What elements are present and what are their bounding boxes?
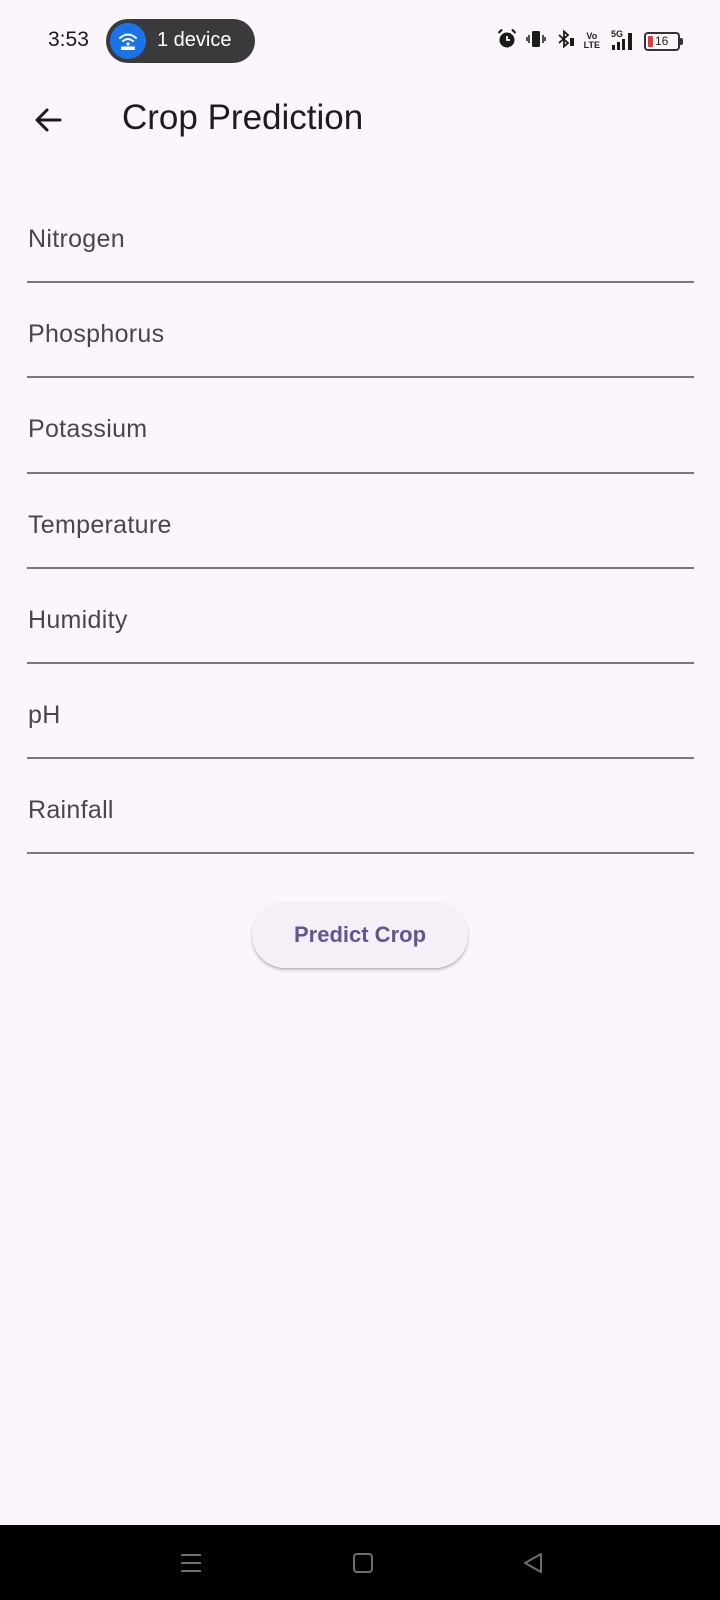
page-title: Crop Prediction <box>122 98 364 137</box>
battery-icon: 16 <box>644 31 683 51</box>
temperature-field[interactable]: Temperature <box>27 474 694 569</box>
ph-input[interactable] <box>27 693 694 740</box>
hotspot-indicator[interactable]: 1 device <box>106 19 255 63</box>
back-button[interactable] <box>24 96 72 144</box>
signal-icon: 5G <box>609 30 635 52</box>
phosphorus-input[interactable] <box>27 313 694 360</box>
back-triangle-icon <box>524 1553 542 1573</box>
predict-crop-button[interactable]: Predict Crop <box>252 902 468 968</box>
humidity-input[interactable] <box>27 598 694 645</box>
system-nav-bar <box>0 1525 720 1600</box>
status-icons: Vo LTE 5G 16 <box>497 28 683 55</box>
potassium-field[interactable]: Potassium <box>27 378 694 474</box>
phosphorus-field[interactable]: Phosphorus <box>27 283 694 379</box>
vibrate-icon <box>525 29 546 54</box>
back-nav-button[interactable] <box>513 1545 553 1581</box>
rainfall-field[interactable]: Rainfall <box>27 759 694 855</box>
home-icon <box>353 1553 373 1573</box>
volte-icon: Vo LTE <box>583 31 600 50</box>
arrow-left-icon <box>35 108 62 132</box>
nitrogen-field[interactable]: Nitrogen <box>27 188 694 284</box>
hotspot-icon <box>110 23 146 59</box>
status-bar: 3:53 1 device Vo LTE 5G 16 <box>0 0 720 84</box>
bluetooth-icon <box>555 29 575 54</box>
home-button[interactable] <box>343 1545 383 1581</box>
ph-field[interactable]: pH <box>27 664 694 760</box>
alarm-icon <box>497 28 517 55</box>
potassium-input[interactable] <box>27 408 694 455</box>
humidity-field[interactable]: Humidity <box>27 569 694 664</box>
nitrogen-input[interactable] <box>27 218 694 264</box>
rainfall-input[interactable] <box>27 789 694 836</box>
recents-button[interactable] <box>171 1545 211 1581</box>
crop-input-form: Nitrogen Phosphorus Potassium Temperatur… <box>27 188 694 855</box>
app-bar: Crop Prediction <box>0 84 720 156</box>
temperature-input[interactable] <box>27 503 694 550</box>
network-type-label: 5G <box>611 29 624 39</box>
menu-icon <box>181 1554 201 1572</box>
hotspot-label: 1 device <box>157 29 232 51</box>
status-time: 3:53 <box>48 28 89 51</box>
